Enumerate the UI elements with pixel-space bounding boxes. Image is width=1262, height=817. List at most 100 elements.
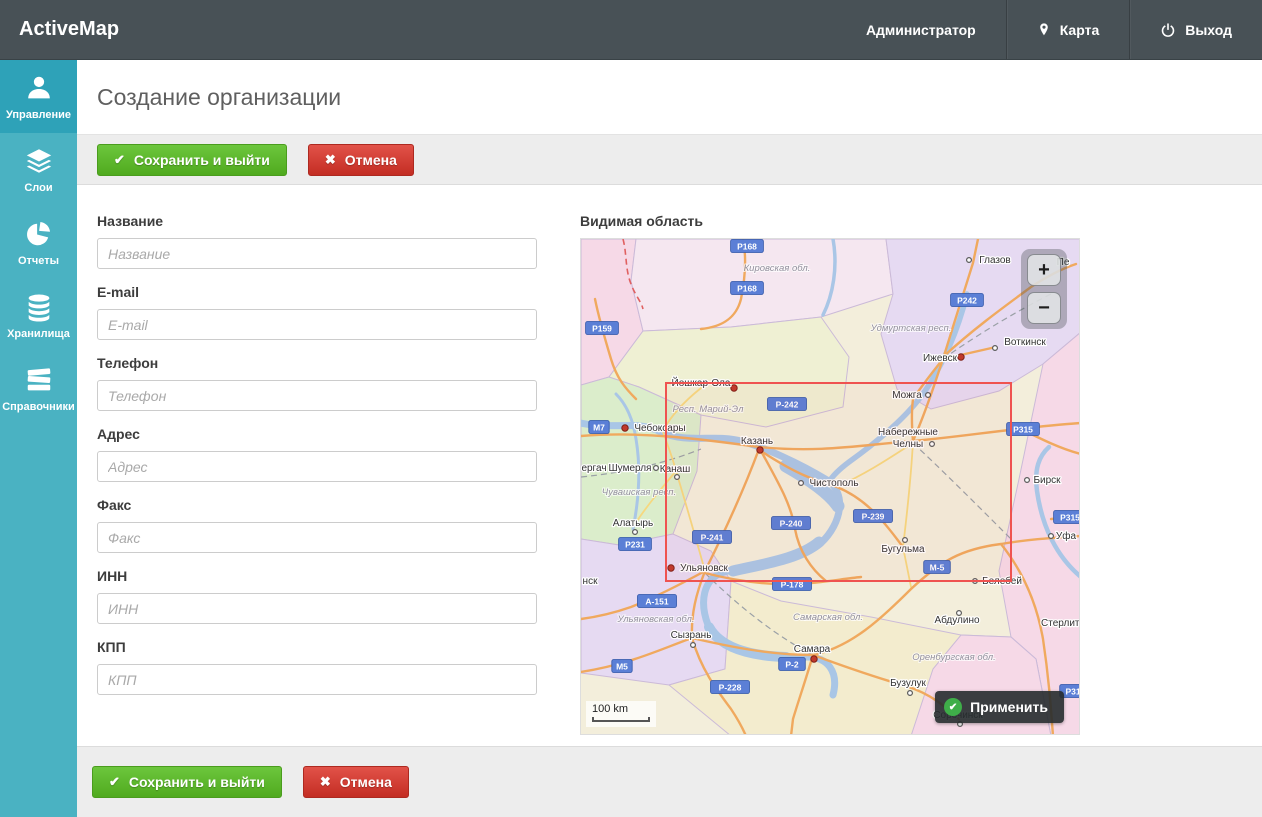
zoom-out-button[interactable]: − bbox=[1027, 292, 1061, 324]
check-icon: ✔ bbox=[109, 774, 120, 790]
field-label-email: E-mail bbox=[97, 284, 537, 300]
scale-bar bbox=[592, 717, 650, 722]
svg-text:ергач: ергач bbox=[581, 463, 606, 474]
header-logout-label: Выход bbox=[1185, 22, 1232, 38]
content-panel: Название E-mail Телефон Адрес Факс ИНН КПП Вид… bbox=[77, 186, 1262, 746]
svg-text:Ульяновская обл.: Ульяновская обл. bbox=[616, 614, 694, 625]
field-label-inn: ИНН bbox=[97, 568, 537, 584]
sidebar-item-pie[interactable]: Отчеты bbox=[0, 206, 77, 279]
form-field-email: E-mail bbox=[97, 284, 537, 340]
save-button-label: Сохранить и выйти bbox=[129, 774, 265, 790]
pie-icon bbox=[24, 219, 54, 249]
svg-text:Кировская обл.: Кировская обл. bbox=[744, 263, 811, 274]
save-button-top[interactable]: ✔ Сохранить и выйти bbox=[97, 144, 287, 176]
svg-text:А-151: А-151 bbox=[645, 597, 668, 607]
sidebar-items: Управление Слои Отчеты Хранилища Справочники bbox=[0, 60, 77, 425]
close-icon: ✖ bbox=[320, 774, 331, 790]
svg-text:Р-228: Р-228 bbox=[719, 683, 742, 693]
header-map-label: Карта bbox=[1060, 22, 1100, 38]
sidebar-item-books[interactable]: Справочники bbox=[0, 352, 77, 425]
field-input-name[interactable] bbox=[97, 238, 537, 269]
main-area: Создание организации ✔ Сохранить и выйти… bbox=[77, 60, 1262, 817]
visible-area-rectangle[interactable] bbox=[666, 383, 1011, 581]
svg-text:Сызрань: Сызрань bbox=[671, 630, 712, 641]
map-canvas[interactable]: Р168Р168Р242Р159Р-242М7Р315Р-240Р-239Р31… bbox=[580, 238, 1080, 735]
field-label-address: Адрес bbox=[97, 426, 537, 442]
cancel-button-bottom[interactable]: ✖ Отмена bbox=[303, 766, 409, 798]
field-label-phone: Телефон bbox=[97, 355, 537, 371]
header-user[interactable]: Администратор bbox=[836, 0, 1006, 59]
form-field-phone: Телефон bbox=[97, 355, 537, 411]
sidebar: Управление Слои Отчеты Хранилища Справочники bbox=[0, 60, 77, 817]
sidebar-item-label: Отчеты bbox=[18, 255, 59, 267]
svg-text:Глазов: Глазов bbox=[979, 255, 1010, 266]
apply-button[interactable]: ✔ Применить bbox=[935, 691, 1064, 723]
apply-check-icon: ✔ bbox=[944, 698, 962, 716]
svg-text:Шумерля: Шумерля bbox=[609, 463, 652, 474]
svg-text:Р315: Р315 bbox=[1013, 425, 1033, 435]
form-field-address: Адрес bbox=[97, 426, 537, 482]
svg-text:Стерлита: Стерлита bbox=[1041, 618, 1080, 629]
field-input-inn[interactable] bbox=[97, 593, 537, 624]
top-toolbar: ✔ Сохранить и выйти ✖ Отмена bbox=[77, 135, 1262, 185]
svg-text:Самарская обл.: Самарская обл. bbox=[793, 612, 863, 623]
layers-icon bbox=[24, 146, 54, 176]
power-icon bbox=[1160, 22, 1176, 38]
scale-label: 100 km bbox=[592, 703, 650, 716]
field-input-kpp[interactable] bbox=[97, 664, 537, 695]
map-section: Видимая область bbox=[580, 213, 1080, 735]
svg-text:Оренбургская обл.: Оренбургская обл. bbox=[912, 652, 996, 663]
svg-text:Р242: Р242 bbox=[957, 296, 977, 306]
svg-text:Р159: Р159 bbox=[592, 324, 612, 334]
svg-text:нск: нск bbox=[583, 576, 599, 587]
sidebar-item-layers[interactable]: Слои bbox=[0, 133, 77, 206]
field-input-fax[interactable] bbox=[97, 522, 537, 553]
header-user-label: Администратор bbox=[866, 22, 976, 38]
bottom-toolbar: ✔ Сохранить и выйти ✖ Отмена bbox=[77, 746, 1262, 817]
user-icon bbox=[24, 73, 54, 103]
form-field-fax: Факс bbox=[97, 497, 537, 553]
field-input-address[interactable] bbox=[97, 451, 537, 482]
form-field-kpp: КПП bbox=[97, 639, 537, 695]
svg-text:Р31: Р31 bbox=[1065, 687, 1080, 697]
field-label-fax: Факс bbox=[97, 497, 537, 513]
visible-area-label: Видимая область bbox=[580, 213, 1080, 229]
svg-text:Самара: Самара bbox=[794, 644, 831, 655]
form-field-name: Название bbox=[97, 213, 537, 269]
form-field-inn: ИНН bbox=[97, 568, 537, 624]
save-button-label: Сохранить и выйти bbox=[134, 152, 270, 168]
apply-button-label: Применить bbox=[970, 699, 1048, 715]
svg-text:Бирск: Бирск bbox=[1033, 475, 1061, 486]
sidebar-item-database[interactable]: Хранилища bbox=[0, 279, 77, 352]
page-title: Создание организации bbox=[97, 84, 341, 111]
save-button-bottom[interactable]: ✔ Сохранить и выйти bbox=[92, 766, 282, 798]
svg-text:Абдулино: Абдулино bbox=[934, 614, 980, 626]
cancel-button-top[interactable]: ✖ Отмена bbox=[308, 144, 414, 176]
books-icon bbox=[24, 365, 54, 395]
sidebar-item-label: Хранилища bbox=[7, 328, 70, 340]
svg-text:Р168: Р168 bbox=[737, 242, 757, 252]
svg-text:Ижевск: Ижевск bbox=[923, 353, 958, 364]
title-bar: Создание организации bbox=[77, 60, 1262, 135]
svg-text:М5: М5 bbox=[616, 662, 628, 672]
map-pin-icon bbox=[1037, 21, 1051, 38]
zoom-in-button[interactable]: + bbox=[1027, 254, 1061, 286]
svg-text:М7: М7 bbox=[593, 423, 605, 433]
map-image: Р168Р168Р242Р159Р-242М7Р315Р-240Р-239Р31… bbox=[581, 239, 1080, 735]
sidebar-item-label: Слои bbox=[24, 182, 52, 194]
svg-text:Р231: Р231 bbox=[625, 540, 645, 550]
app-logo: ActiveMap bbox=[0, 18, 119, 41]
field-label-name: Название bbox=[97, 213, 537, 229]
zoom-control: + − bbox=[1021, 249, 1067, 329]
field-input-email[interactable] bbox=[97, 309, 537, 340]
sidebar-item-user[interactable]: Управление bbox=[0, 60, 77, 133]
field-input-phone[interactable] bbox=[97, 380, 537, 411]
header-logout[interactable]: Выход bbox=[1129, 0, 1262, 59]
header-right: Администратор Карта Выход bbox=[836, 0, 1262, 59]
sidebar-item-label: Справочники bbox=[2, 401, 75, 413]
header-map-link[interactable]: Карта bbox=[1006, 0, 1130, 59]
sidebar-item-label: Управление bbox=[6, 109, 71, 121]
close-icon: ✖ bbox=[325, 152, 336, 168]
svg-text:Бузулук: Бузулук bbox=[890, 678, 926, 689]
org-form: Название E-mail Телефон Адрес Факс ИНН КПП bbox=[97, 213, 537, 710]
